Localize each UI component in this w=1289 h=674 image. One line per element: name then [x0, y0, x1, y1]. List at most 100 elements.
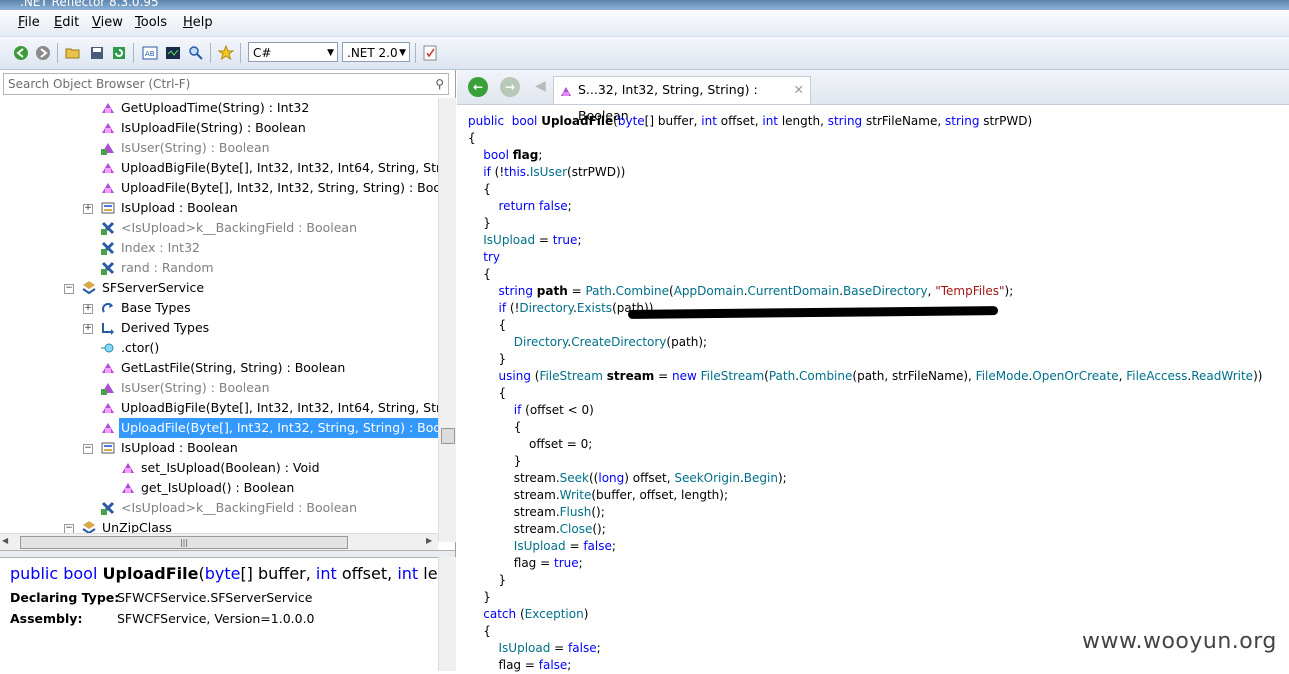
tree-item[interactable]: get_IsUpload() : Boolean — [0, 478, 438, 498]
tree-item[interactable]: .ctor() — [0, 338, 438, 358]
tree-item[interactable]: UploadBigFile(Byte[], Int32, Int32, Int6… — [0, 398, 438, 418]
code-line: offset = 0; — [468, 436, 592, 453]
code-token[interactable]: Write — [560, 488, 592, 502]
collapse-icon[interactable]: − — [83, 444, 93, 454]
tree-item[interactable]: set_IsUpload(Boolean) : Void — [0, 458, 438, 478]
menu-file[interactable]: File — [18, 15, 40, 30]
code-token: bool — [483, 148, 509, 162]
code-token[interactable]: AppDomain — [674, 284, 744, 298]
field-icon — [100, 260, 116, 276]
method-icon — [100, 100, 116, 116]
code-token[interactable]: Flush — [560, 505, 592, 519]
tree-item[interactable]: Index : Int32 — [0, 238, 438, 258]
tree-item[interactable]: UploadBigFile(Byte[], Int32, Int32, Int6… — [0, 158, 438, 178]
checklist-icon[interactable] — [421, 44, 439, 62]
code-token: stream — [606, 369, 655, 383]
scroll-thumb[interactable] — [441, 428, 455, 444]
code-token: false — [568, 641, 597, 655]
close-icon[interactable]: ✕ — [794, 77, 804, 103]
menu-tools[interactable]: Tools — [135, 15, 167, 30]
tree-horizontal-scrollbar[interactable]: ◀ ||| ▶ — [0, 533, 438, 551]
code-token: false — [539, 199, 568, 213]
code-token[interactable]: Path — [585, 284, 611, 298]
tree-item[interactable]: IsUser(String) : Boolean — [0, 138, 438, 158]
tree-item[interactable]: − SFServerService — [0, 278, 438, 298]
open-folder-icon[interactable] — [64, 44, 82, 62]
tree-item[interactable]: + Base Types — [0, 298, 438, 318]
code-token[interactable]: Close — [560, 522, 593, 536]
code-line: stream.Flush(); — [468, 504, 605, 521]
code-token[interactable]: Combine — [616, 284, 669, 298]
code-token[interactable]: FileMode — [976, 369, 1029, 383]
code-token[interactable]: IsUpload — [514, 539, 566, 553]
scroll-thumb[interactable]: ||| — [20, 536, 348, 549]
code-token[interactable]: CreateDirectory — [571, 335, 666, 349]
method-icon — [100, 180, 116, 196]
refresh-icon[interactable] — [110, 44, 128, 62]
tree-item[interactable]: + IsUpload : Boolean — [0, 198, 438, 218]
nav-forward-icon[interactable]: → — [500, 77, 520, 97]
tree-item[interactable]: GetUploadTime(String) : Int32 — [0, 98, 438, 118]
details-vertical-scrollbar[interactable] — [438, 557, 456, 671]
expand-icon[interactable]: + — [83, 204, 93, 214]
code-token[interactable]: ReadWrite — [1191, 369, 1253, 383]
bookmark-star-icon[interactable] — [217, 44, 235, 62]
tree-item[interactable]: IsUser(String) : Boolean — [0, 378, 438, 398]
scroll-right-icon[interactable]: ▶ — [426, 536, 432, 545]
code-token[interactable]: CurrentDomain — [748, 284, 840, 298]
forward-icon[interactable] — [34, 44, 52, 62]
scroll-left-icon[interactable]: ◀ — [2, 536, 8, 545]
code-token[interactable]: Seek — [560, 471, 589, 485]
tab-uploadfile[interactable]: S...32, Int32, String, String) : Boolean… — [553, 76, 811, 123]
code-token: (buffer, offset, length); — [591, 488, 728, 502]
tree-item[interactable]: UploadFile(Byte[], Int32, Int32, String,… — [0, 178, 438, 198]
code-token[interactable]: OpenOrCreate — [1032, 369, 1118, 383]
code-token[interactable]: Path — [769, 369, 795, 383]
code-token: "TempFiles" — [935, 284, 1005, 298]
code-token[interactable]: FileStream — [701, 369, 765, 383]
ab-icon[interactable]: AB — [141, 44, 159, 62]
code-token[interactable]: Directory — [514, 335, 568, 349]
search-input[interactable]: Search Object Browser (Ctrl-F) ⚲ — [3, 73, 449, 95]
collapse-icon[interactable]: − — [64, 284, 74, 294]
save-icon[interactable] — [88, 44, 106, 62]
tab-scroll-left-icon[interactable]: ◀ — [535, 78, 546, 94]
tree-item[interactable]: UploadFile(Byte[], Int32, Int32, String,… — [0, 418, 438, 438]
code-token[interactable]: FileAccess — [1126, 369, 1187, 383]
nav-back-icon[interactable]: ← — [468, 77, 488, 97]
tree-vertical-scrollbar[interactable] — [438, 98, 456, 542]
search-icon[interactable] — [187, 44, 205, 62]
code-token[interactable]: Combine — [799, 369, 852, 383]
tree-item[interactable]: − IsUpload : Boolean — [0, 438, 438, 458]
code-token[interactable]: BaseDirectory — [843, 284, 928, 298]
menu-help[interactable]: Help — [183, 15, 213, 30]
tree-item[interactable]: <IsUpload>k__BackingField : Boolean — [0, 218, 438, 238]
code-token: (! — [506, 301, 520, 315]
expand-icon[interactable]: + — [83, 304, 93, 314]
code-token[interactable]: FileStream — [539, 369, 603, 383]
tree-item[interactable]: GetLastFile(String, String) : Boolean — [0, 358, 438, 378]
tree-item[interactable]: IsUploadFile(String) : Boolean — [0, 118, 438, 138]
base-types-icon — [100, 300, 116, 316]
pane-splitter[interactable] — [0, 550, 455, 558]
framework-select[interactable]: .NET 2.0 ▼ — [342, 42, 410, 62]
code-token[interactable]: SeekOrigin — [674, 471, 740, 485]
analyzer-icon[interactable] — [164, 44, 182, 62]
code-token[interactable]: IsUpload — [483, 233, 535, 247]
tree-item[interactable]: <IsUpload>k__BackingField : Boolean — [0, 498, 438, 518]
language-select[interactable]: C# ▼ — [248, 42, 338, 62]
tree-item[interactable]: rand : Random — [0, 258, 438, 278]
code-token[interactable]: Directory — [519, 301, 573, 315]
expand-icon[interactable]: + — [83, 324, 93, 334]
code-token[interactable]: Exception — [525, 607, 584, 621]
code-token[interactable]: IsUser — [530, 165, 567, 179]
back-icon[interactable] — [12, 44, 30, 62]
code-token[interactable]: Begin — [744, 471, 778, 485]
menu-view[interactable]: View — [92, 15, 123, 30]
code-line: if (offset < 0) — [468, 402, 594, 419]
code-token[interactable]: IsUpload — [499, 641, 551, 655]
code-token: = — [550, 641, 569, 655]
menu-edit[interactable]: Edit — [54, 15, 79, 30]
tree-item[interactable]: + Derived Types — [0, 318, 438, 338]
code-token[interactable]: Exists — [577, 301, 612, 315]
